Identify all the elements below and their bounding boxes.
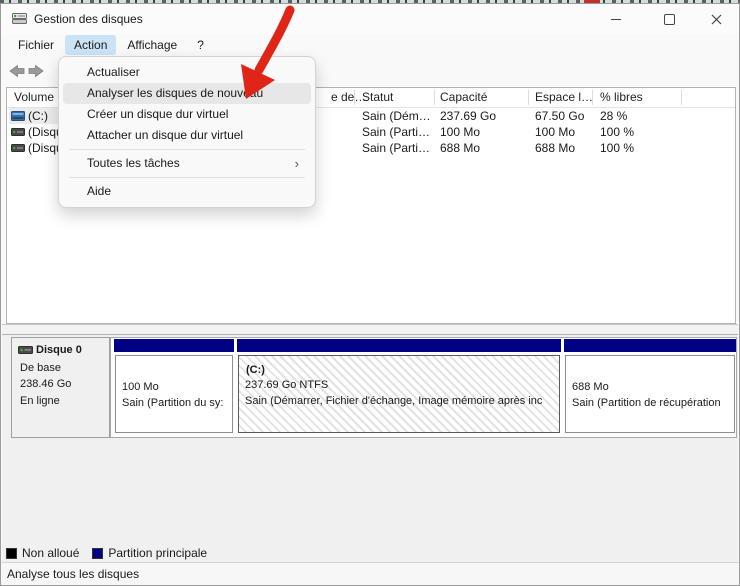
status-bar: Analyse tous les disques [1, 562, 739, 585]
submenu-arrow-icon: › [294, 156, 299, 171]
back-arrow-icon [9, 64, 25, 78]
cell-volume: (C:) [28, 109, 48, 123]
legend-primary-swatch [92, 547, 104, 559]
maximize-icon [663, 13, 675, 25]
legend-unallocated-swatch [6, 547, 17, 559]
header-statut[interactable]: Statut [362, 90, 393, 104]
menu-item-actualiser[interactable]: Actualiser [63, 62, 311, 83]
disk-name: Disque 0 [36, 344, 82, 356]
disk-size: 238.46 Go [20, 378, 72, 390]
menu-item-attacher-vhd[interactable]: Attacher un disque dur virtuel [63, 125, 311, 146]
partition-color-bar [114, 339, 234, 352]
disk0-header[interactable]: Disque 0 De base 238.46 Go En ligne [11, 337, 110, 438]
window-title: Gestion des disques [34, 12, 143, 26]
partition-box-selected: (C:) 237.69 Go NTFS Sain (Démarrer, Fich… [238, 355, 560, 433]
volume-c-icon [11, 111, 25, 121]
pane-splitter[interactable] [2, 324, 738, 335]
partition-size: 100 Mo [122, 381, 159, 393]
partition-c[interactable]: (C:) 237.69 Go NTFS Sain (Démarrer, Fich… [237, 339, 561, 436]
cell-espace-libre: 688 Mo [535, 141, 576, 155]
action-dropdown-menu: Actualiser Analyser les disques de nouve… [58, 56, 316, 208]
minimize-button[interactable] [593, 4, 639, 34]
menu-help[interactable]: ? [188, 35, 213, 55]
cell-capacite: 237.69 Go [440, 109, 497, 123]
menu-fichier[interactable]: Fichier [9, 35, 63, 55]
volume-icon [11, 128, 25, 136]
menu-item-analyser-disques[interactable]: Analyser les disques de nouveau [63, 83, 311, 104]
legend: Non alloué Partition principale [6, 544, 207, 562]
cell-statut: Sain (Parti… [362, 125, 431, 139]
partition-size: 237.69 Go NTFS [245, 379, 329, 391]
partition-size: 688 Mo [572, 381, 609, 393]
column-separator[interactable] [592, 90, 593, 105]
header-capacite[interactable]: Capacité [440, 90, 487, 104]
menu-separator [69, 149, 305, 150]
partition-color-bar [564, 339, 736, 352]
column-separator[interactable] [434, 90, 435, 105]
partition-title: (C:) [246, 364, 265, 376]
disk-status: En ligne [20, 395, 60, 407]
menu-item-aide[interactable]: Aide [63, 181, 311, 202]
menu-item-label: Toutes les tâches [87, 156, 180, 170]
status-text: Analyse tous les disques [7, 567, 140, 581]
header-pct-libres[interactable]: % libres [600, 90, 643, 104]
back-button[interactable] [8, 62, 26, 80]
maximize-button[interactable] [646, 4, 692, 34]
minimize-icon [611, 18, 621, 20]
cell-statut: Sain (Parti… [362, 141, 431, 155]
menu-affichage[interactable]: Affichage [118, 35, 186, 55]
cell-espace-libre: 67.50 Go [535, 109, 585, 123]
title-bar: Gestion des disques [1, 4, 739, 34]
disk-type: De base [20, 362, 61, 374]
column-separator[interactable] [681, 90, 682, 105]
menu-bar: Fichier Action Affichage ? [1, 34, 739, 56]
legend-unallocated-label: Non alloué [22, 546, 80, 560]
header-espace-libre[interactable]: Espace l… [535, 90, 593, 104]
partition-status: Sain (Partition de récupération [572, 397, 721, 409]
column-separator[interactable] [354, 90, 355, 105]
cell-capacite: 100 Mo [440, 125, 481, 139]
menu-item-creer-vhd[interactable]: Créer un disque dur virtuel [63, 104, 311, 125]
cell-capacite: 688 Mo [440, 141, 481, 155]
partition-color-bar [237, 339, 561, 352]
close-button[interactable] [693, 4, 739, 34]
disk-icon [18, 346, 33, 354]
cell-pct-libre: 100 % [600, 125, 635, 139]
partition-status: Sain (Partition du sy: [122, 397, 224, 409]
disk-management-screen: Gestion des disques Fichier Action Affic… [0, 0, 740, 586]
partition-box: 100 Mo Sain (Partition du sy: [115, 355, 233, 433]
header-volume[interactable]: Volume [14, 90, 54, 104]
cell-pct-libre: 100 % [600, 141, 635, 155]
forward-button[interactable] [27, 62, 45, 80]
partition-recovery[interactable]: 688 Mo Sain (Partition de récupération [564, 339, 736, 436]
menu-action[interactable]: Action [65, 35, 117, 55]
menu-separator [69, 177, 305, 178]
partition-system[interactable]: 100 Mo Sain (Partition du sy: [114, 339, 234, 436]
cell-statut: Sain (Dém… [362, 109, 431, 123]
forward-arrow-icon [28, 64, 44, 78]
partition-box: 688 Mo Sain (Partition de récupération [565, 355, 735, 433]
legend-primary-label: Partition principale [108, 546, 208, 560]
menu-item-toutes-les-taches[interactable]: Toutes les tâches › [63, 153, 311, 174]
partition-status: Sain (Démarrer, Fichier d'échange, Image… [245, 395, 543, 407]
graphical-view-pane: Disque 0 De base 238.46 Go En ligne 100 … [2, 335, 738, 562]
cell-pct-libre: 28 % [600, 109, 628, 123]
disk-management-window: Gestion des disques Fichier Action Affic… [0, 3, 740, 586]
disk0-strip: Disque 0 De base 238.46 Go En ligne 100 … [11, 337, 737, 438]
disk-drive-icon [12, 12, 27, 30]
cell-espace-libre: 100 Mo [535, 125, 576, 139]
column-separator[interactable] [528, 90, 529, 105]
volume-icon [11, 144, 25, 152]
close-icon [711, 14, 721, 24]
